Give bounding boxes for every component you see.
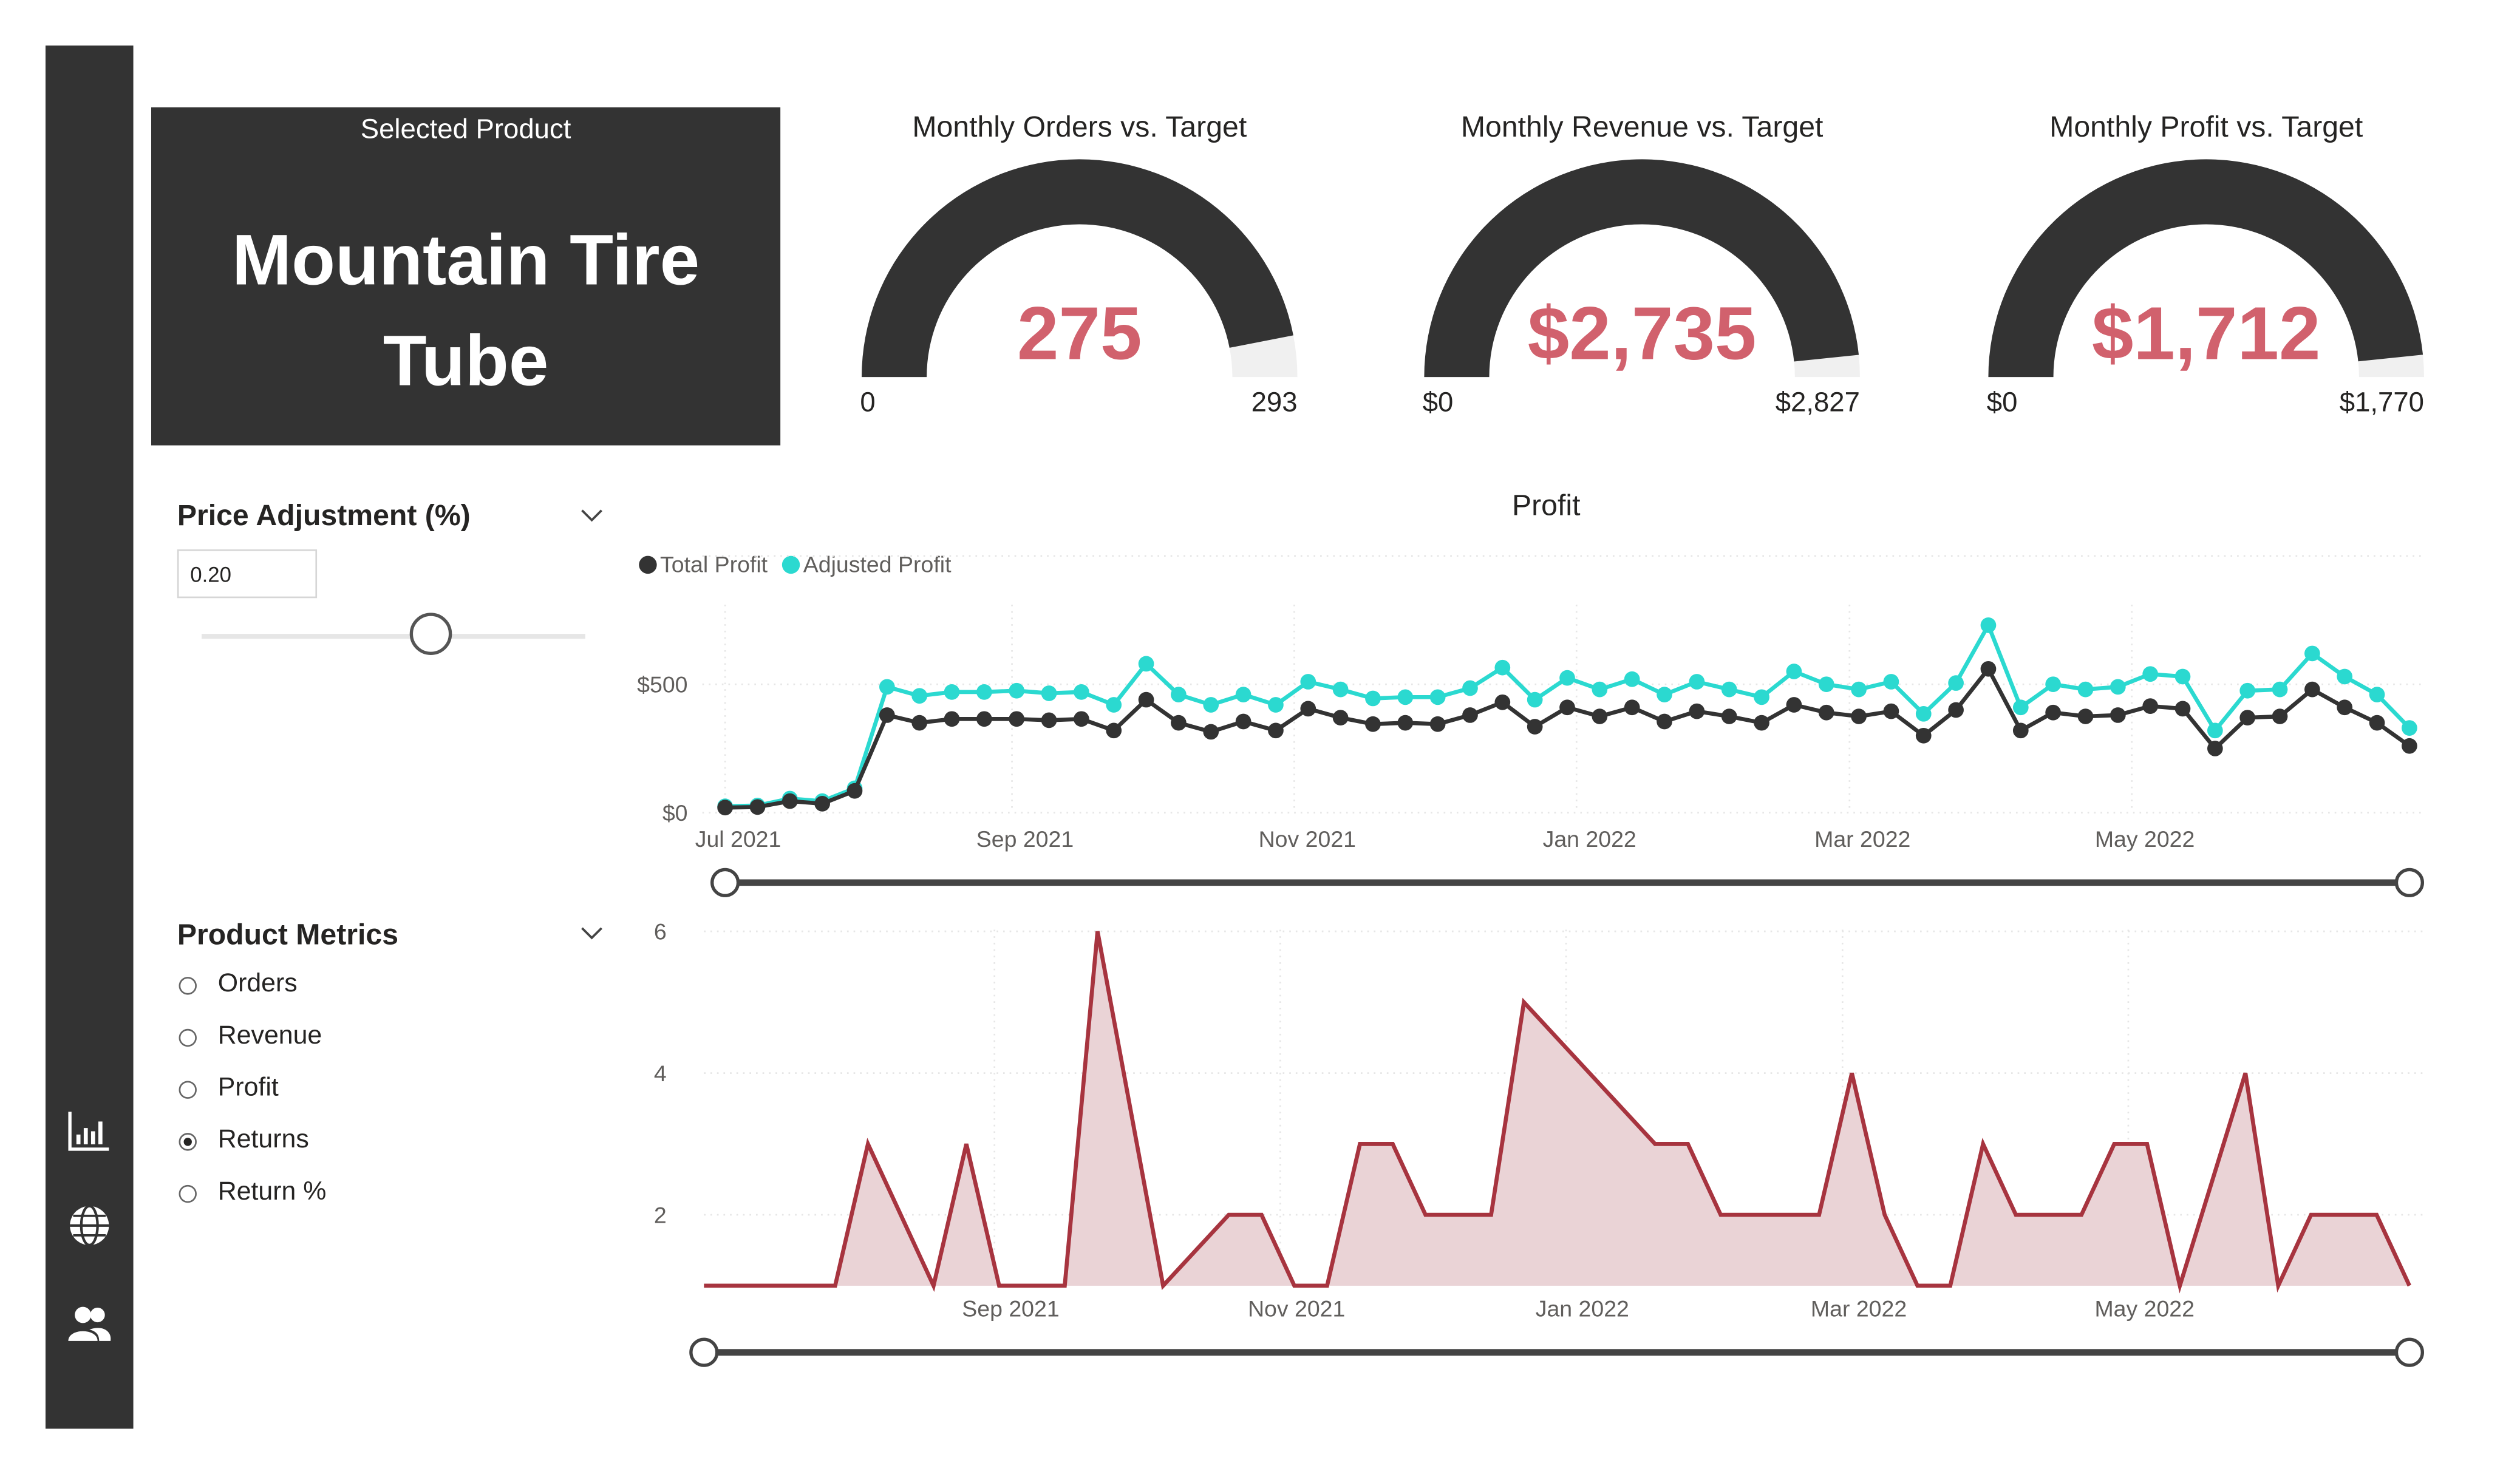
y-tick-label: 4 xyxy=(654,1061,667,1086)
y-tick-label: 2 xyxy=(654,1202,667,1228)
range-slider-end-handle[interactable] xyxy=(2394,1337,2425,1367)
report-canvas: Selected Product Mountain Tire Tube Mont… xyxy=(0,0,2520,1456)
x-tick-label: Jan 2022 xyxy=(1536,1296,1629,1322)
returns-area-chart: 2 4 6 Sep 2021 Nov 2021 Jan 2022 Mar 2022 May 2… xyxy=(654,919,2426,1367)
y-tick-label: 6 xyxy=(654,919,667,945)
x-tick-label: May 2022 xyxy=(2094,1296,2195,1322)
x-tick-label: Nov 2021 xyxy=(1248,1296,1345,1322)
series-returns xyxy=(704,931,2411,1294)
range-slider-start-handle[interactable] xyxy=(689,1337,719,1367)
area-fill xyxy=(704,931,2409,1286)
returns-date-range-slider[interactable] xyxy=(689,1337,2425,1367)
x-tick-label: Sep 2021 xyxy=(962,1296,1059,1322)
x-tick-label: Mar 2022 xyxy=(1811,1296,1907,1322)
